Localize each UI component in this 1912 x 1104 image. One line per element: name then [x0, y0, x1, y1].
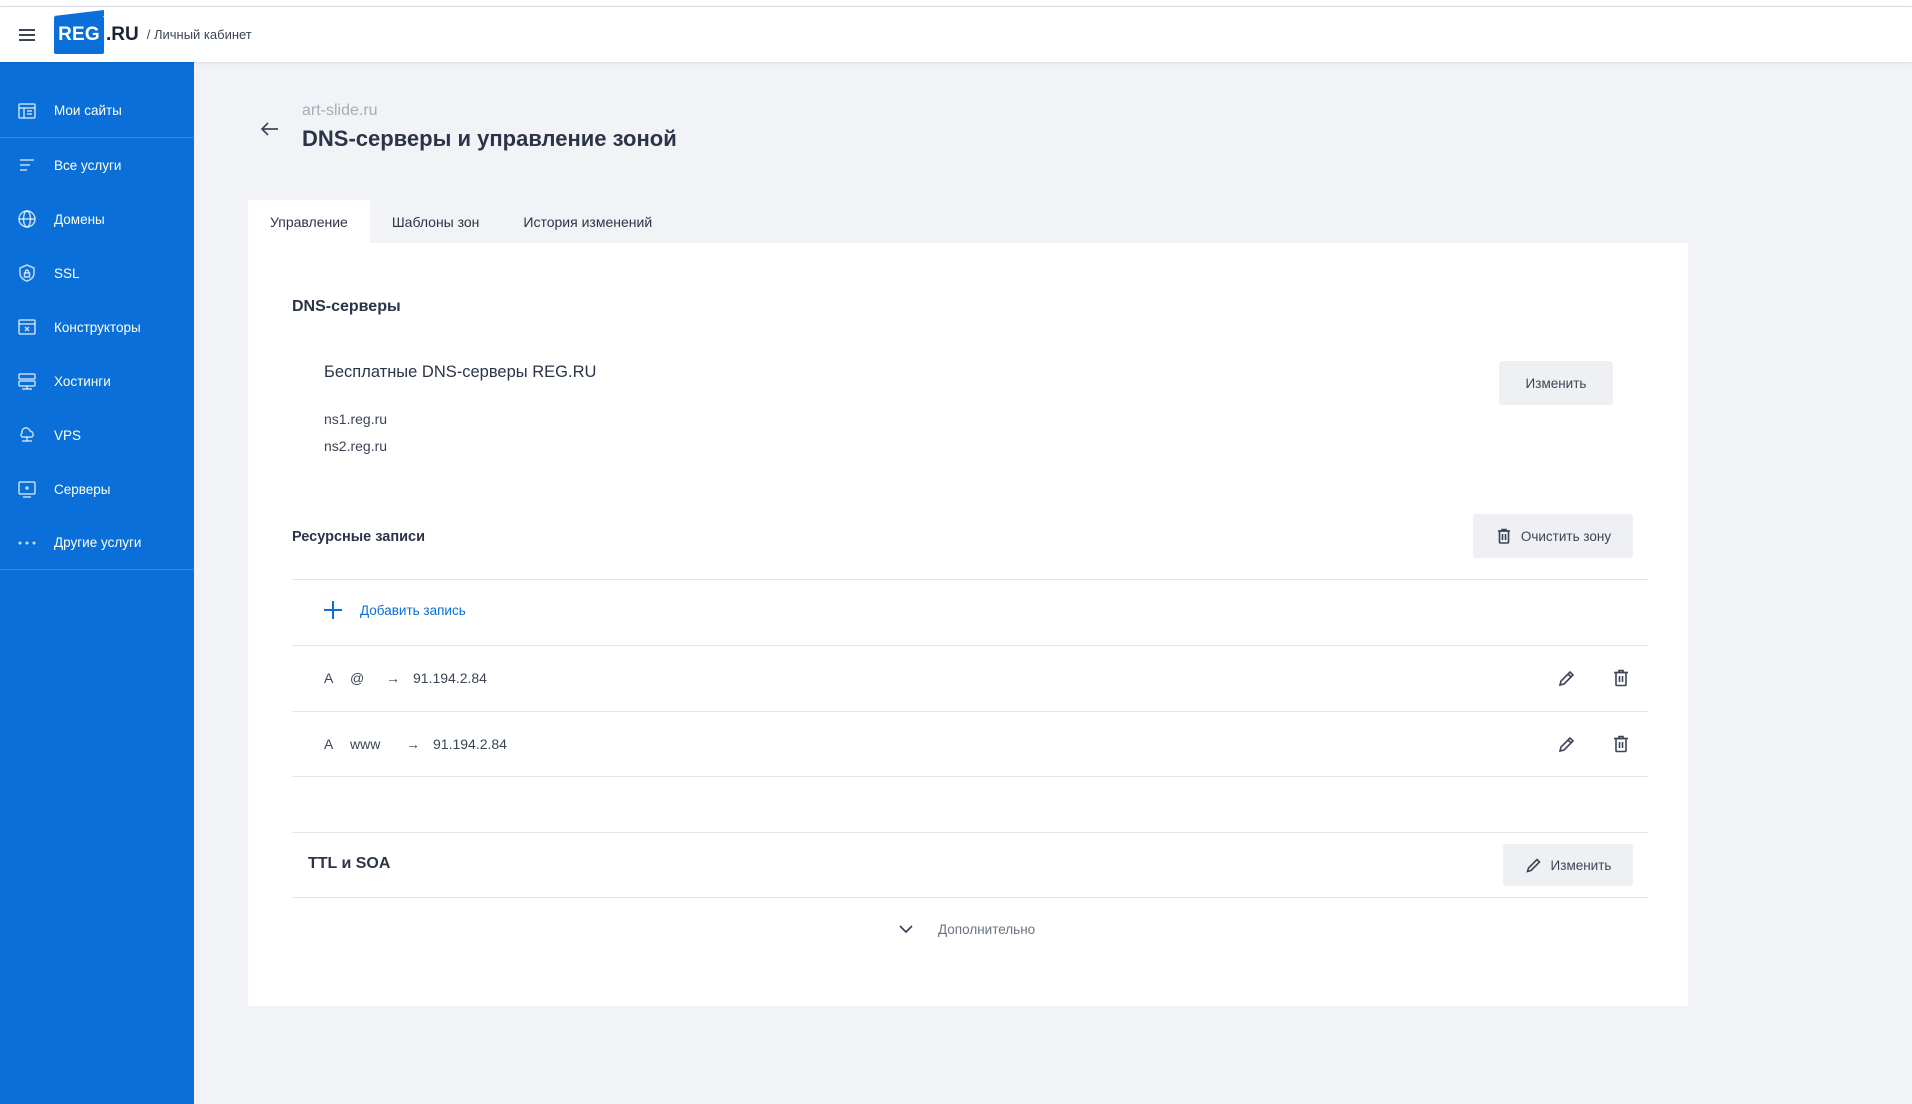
more-toggle[interactable]: Дополнительно: [896, 919, 1035, 939]
reg-ru-logo[interactable]: REG .RU: [54, 9, 139, 55]
tab-change-history[interactable]: История изменений: [501, 200, 674, 243]
sidebar: Мои сайты Все услуги Домены SSL Конструк…: [0, 62, 194, 1104]
table-row: A @ → 91.194.2.84: [292, 646, 1648, 710]
clear-zone-button-label: Очистить зону: [1520, 528, 1612, 544]
plus-icon: [324, 601, 342, 619]
logo-reg-text: REG: [58, 23, 100, 45]
divider: [292, 579, 1648, 580]
record-type: A: [324, 736, 334, 752]
menu-burger-icon[interactable]: [0, 7, 54, 62]
ns-server-2: ns2.reg.ru: [324, 438, 388, 454]
tab-management[interactable]: Управление: [248, 200, 370, 243]
ns-server-1: ns1.reg.ru: [324, 411, 388, 427]
sidebar-item-label: Другие услуги: [54, 535, 142, 550]
record-host: @: [350, 670, 365, 686]
trash-icon: [1614, 669, 1628, 687]
record-arrow: →: [386, 670, 400, 686]
dns-servers-name: Бесплатные DNS-серверы REG.RU: [324, 363, 597, 381]
sidebar-item-builders[interactable]: Конструкторы: [0, 300, 194, 354]
edit-record-button[interactable]: [1553, 730, 1581, 758]
sidebar-item-servers[interactable]: Серверы: [0, 462, 194, 516]
browser-top-strip: [0, 0, 1912, 7]
divider: [292, 776, 1648, 777]
sidebar-item-label: Конструкторы: [54, 319, 141, 335]
record-arrow: →: [406, 736, 420, 752]
logo-ru-text: .RU: [106, 23, 139, 45]
more-label: Дополнительно: [938, 921, 1036, 937]
record-value: 91.194.2.84: [413, 670, 487, 686]
change-ttl-soa-button-label: Изменить: [1550, 857, 1612, 873]
sidebar-item-label: Все услуги: [54, 157, 122, 173]
back-arrow-icon[interactable]: [258, 117, 282, 141]
logo-box: REG: [54, 9, 104, 54]
hosting-icon: [16, 370, 38, 392]
sites-icon: [16, 100, 38, 122]
server-icon: [16, 478, 38, 500]
pencil-icon: [1525, 858, 1541, 873]
record-type: A: [324, 670, 334, 686]
sidebar-item-ssl[interactable]: SSL: [0, 246, 194, 300]
sidebar-item-label: VPS: [54, 427, 82, 443]
divider: [292, 897, 1648, 898]
pencil-icon: [1558, 736, 1575, 753]
resource-records-title: Ресурсные записи: [292, 529, 426, 545]
trash-icon: [1497, 528, 1510, 544]
sidebar-item-hosting[interactable]: Хостинги: [0, 354, 194, 408]
sidebar-item-label: Домены: [54, 211, 105, 227]
ttl-soa-title: TTL и SOA: [308, 855, 391, 872]
sidebar-item-label: Серверы: [54, 481, 111, 497]
record-value: 91.194.2.84: [433, 736, 507, 752]
record-host: www: [350, 736, 381, 752]
trash-icon: [1614, 735, 1628, 753]
sidebar-item-label: Мои сайты: [54, 103, 122, 118]
change-dns-button-label: Изменить: [1525, 375, 1587, 391]
clear-zone-button[interactable]: Очистить зону: [1473, 514, 1633, 558]
globe-icon: [16, 208, 38, 230]
list-icon: [16, 154, 38, 176]
sidebar-item-vps[interactable]: VPS: [0, 408, 194, 462]
add-record-button[interactable]: Добавить запись: [324, 601, 466, 619]
sidebar-item-other-services[interactable]: Другие услуги: [0, 516, 194, 570]
sidebar-item-domains[interactable]: Домены: [0, 192, 194, 246]
main-card: DNS-серверы Бесплатные DNS-серверы REG.R…: [248, 243, 1688, 1006]
sidebar-item-label: SSL: [54, 265, 80, 281]
top-header: REG .RU / Личный кабинет: [0, 7, 1912, 62]
tab-zone-templates[interactable]: Шаблоны зон: [370, 200, 502, 243]
table-row: A www → 91.194.2.84: [292, 712, 1648, 776]
pencil-icon: [1558, 670, 1575, 687]
delete-record-button[interactable]: [1607, 730, 1635, 758]
change-dns-button[interactable]: Изменить: [1499, 361, 1613, 405]
tabs: Управление Шаблоны зон История изменений: [248, 200, 674, 243]
edit-record-button[interactable]: [1553, 664, 1581, 692]
builder-icon: [16, 316, 38, 338]
vps-icon: [16, 424, 38, 446]
add-record-label: Добавить запись: [360, 602, 466, 618]
sidebar-item-label: Хостинги: [54, 373, 111, 389]
dns-servers-title: DNS-серверы: [292, 298, 401, 315]
divider: [292, 832, 1648, 833]
change-ttl-soa-button[interactable]: Изменить: [1503, 844, 1633, 886]
sidebar-item-my-sites[interactable]: Мои сайты: [0, 62, 194, 138]
page-title: DNS-серверы и управление зоной: [302, 126, 677, 151]
domain-name[interactable]: art-slide.ru: [302, 102, 378, 120]
more-dots-icon: [16, 532, 38, 554]
shield-lock-icon: [16, 262, 38, 284]
chevron-down-icon: [899, 925, 913, 934]
delete-record-button[interactable]: [1607, 664, 1635, 692]
sidebar-item-all-services[interactable]: Все услуги: [0, 138, 194, 192]
breadcrumb[interactable]: / Личный кабинет: [147, 27, 252, 42]
